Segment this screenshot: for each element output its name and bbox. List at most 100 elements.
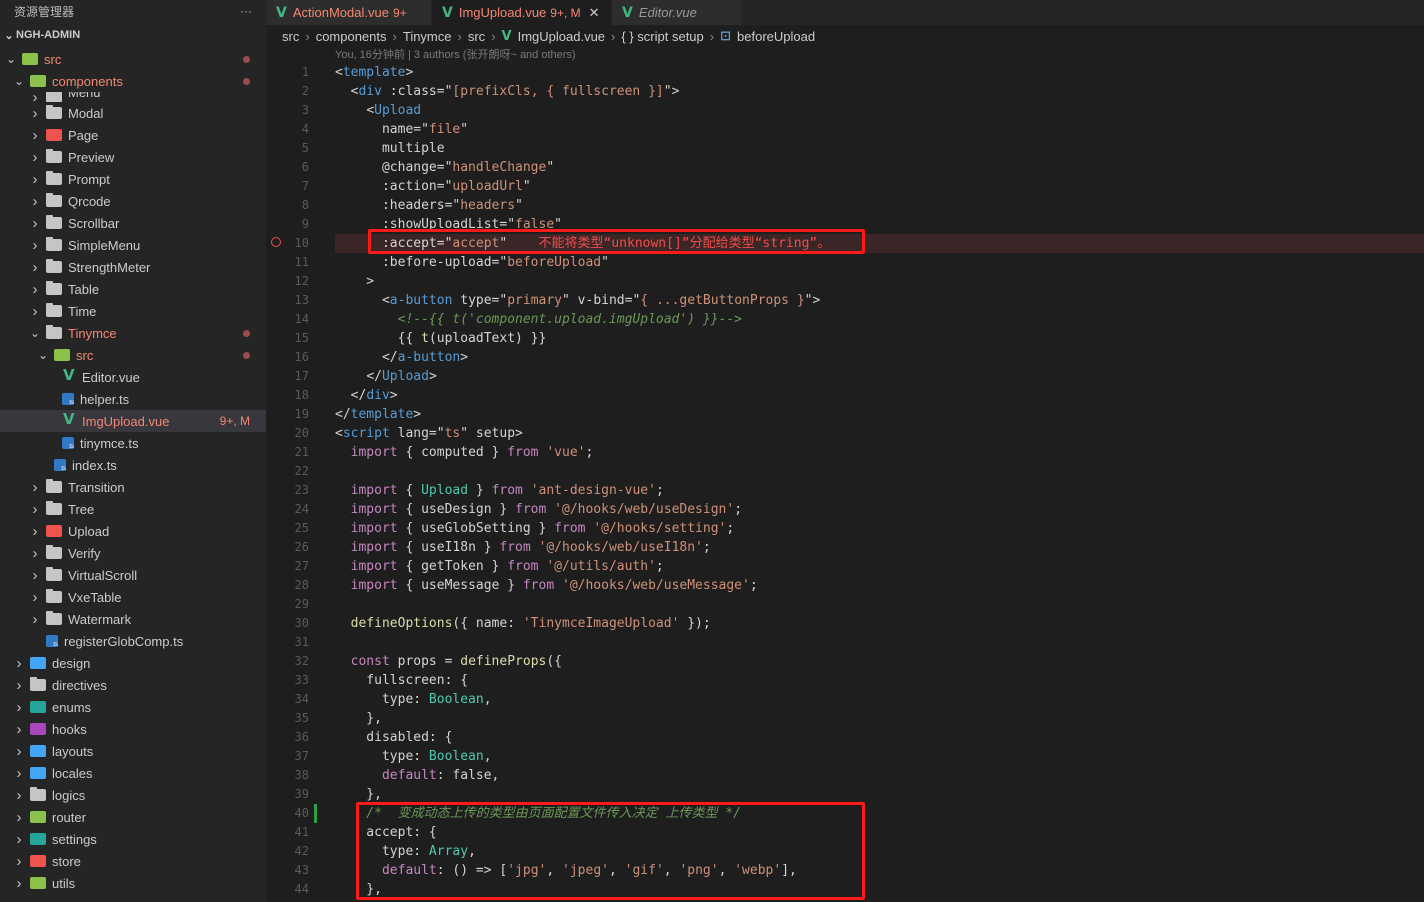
tree-item-label: design xyxy=(52,655,91,671)
code-line: import { useGlobSetting } from '@/hooks/… xyxy=(350,521,735,536)
tree-item-label: Verify xyxy=(68,545,101,561)
close-icon[interactable]: ✕ xyxy=(589,5,600,21)
code-line: import { getToken } from '@/utils/auth'; xyxy=(350,559,664,574)
tree-item[interactable]: › Upload xyxy=(0,520,266,542)
tree-item[interactable]: › settings xyxy=(0,828,266,850)
tree-item-label: hooks xyxy=(52,721,87,737)
chevron-right-icon: › xyxy=(32,500,38,518)
code-line: </template> xyxy=(335,407,422,422)
code-line: type: Boolean, xyxy=(335,692,492,707)
tree-item[interactable]: › VirtualScroll xyxy=(0,564,266,586)
tree-item[interactable]: › Page xyxy=(0,124,266,146)
tree-item[interactable]: › Modal xyxy=(0,102,266,124)
code-line: :action="uploadUrl" xyxy=(335,179,531,194)
tree-item[interactable]: › logics xyxy=(0,784,266,806)
tree-item[interactable]: › router xyxy=(0,806,266,828)
code-line: @change="handleChange" xyxy=(335,160,555,175)
breadcrumb-item[interactable]: beforeUpload xyxy=(737,29,815,44)
project-section-header[interactable]: ⌄ NGH-ADMIN xyxy=(0,22,266,48)
tree-item-label: utils xyxy=(52,875,76,891)
tree-item[interactable]: › enums xyxy=(0,696,266,718)
folder-icon xyxy=(30,811,46,823)
code-line: <template> xyxy=(335,65,414,80)
breadcrumb-item[interactable]: src xyxy=(468,29,485,44)
tree-item[interactable]: ⌄ src xyxy=(0,48,266,70)
tree-item[interactable]: › Transition xyxy=(0,476,266,498)
tree-item-label: Tree xyxy=(68,501,95,517)
line-number: 7 xyxy=(301,179,309,193)
tree-item[interactable]: ImgUpload.vue 9+, M xyxy=(0,410,266,432)
folder-icon xyxy=(46,611,62,625)
tree-item[interactable]: ⌄ src xyxy=(0,344,266,366)
tree-item[interactable]: › layouts xyxy=(0,740,266,762)
tree-item[interactable]: › Table xyxy=(0,278,266,300)
tree-item-label: Preview xyxy=(68,149,115,165)
breadcrumb-item[interactable]: ImgUpload.vue xyxy=(518,29,605,44)
tree-item[interactable]: › Time xyxy=(0,300,266,322)
folder-icon xyxy=(46,567,62,581)
tree-item[interactable]: › VxeTable xyxy=(0,586,266,608)
code-line: type: Boolean, xyxy=(335,749,492,764)
tree-item[interactable]: › directives xyxy=(0,674,266,696)
chevron-right-icon: › xyxy=(32,302,38,320)
chevron-right-icon: › xyxy=(32,148,38,166)
modified-dot xyxy=(243,352,250,359)
folder-icon xyxy=(46,545,62,559)
code-line: import { useMessage } from '@/hooks/web/… xyxy=(350,578,758,593)
tree-item[interactable]: › SimpleMenu xyxy=(0,234,266,256)
code-line: <a-button type="primary" v-bind="{ ...ge… xyxy=(381,293,821,308)
breadcrumb-item[interactable]: { } script setup xyxy=(621,29,703,44)
tree-item[interactable]: › StrengthMeter xyxy=(0,256,266,278)
line-number: 26 xyxy=(294,540,309,554)
tree-item[interactable]: › design xyxy=(0,652,266,674)
tree-item-label: VirtualScroll xyxy=(68,567,138,583)
tab[interactable]: V ImgUpload.vue 9+, M ✕ xyxy=(432,0,612,25)
breadcrumb-item[interactable]: components xyxy=(316,29,387,44)
tree-item[interactable]: › utils xyxy=(0,872,266,894)
tree-item[interactable]: › store xyxy=(0,850,266,872)
tree-item-label: VxeTable xyxy=(68,589,122,605)
tab[interactable]: V ActionModal.vue 9+ xyxy=(266,0,432,25)
tree-item[interactable]: registerGlobComp.ts xyxy=(0,630,266,652)
tree-item[interactable]: › Preview xyxy=(0,146,266,168)
code-line: > xyxy=(335,274,375,289)
tree-item[interactable]: › Qrcode xyxy=(0,190,266,212)
more-actions-icon[interactable]: ··· xyxy=(240,4,252,18)
tab[interactable]: V Editor.vue xyxy=(612,0,742,25)
chevron-right-icon: › xyxy=(16,764,22,782)
tree-item-label: StrengthMeter xyxy=(68,259,151,275)
folder-icon xyxy=(30,723,46,735)
vue-file-icon: V xyxy=(622,4,633,21)
breadcrumb-item[interactable]: Tinymce xyxy=(403,29,452,44)
tree-item[interactable]: › hooks xyxy=(0,718,266,740)
tree-item[interactable]: › Scrollbar xyxy=(0,212,266,234)
tree-item[interactable]: Editor.vue xyxy=(0,366,266,388)
chevron-right-icon: › xyxy=(32,92,38,102)
code-line: </Upload> xyxy=(366,369,437,384)
breadcrumb-item[interactable]: src xyxy=(282,29,299,44)
code-line: <!--{{ t('component.upload.imgUpload') }… xyxy=(335,312,742,327)
code-line: name="file" xyxy=(335,122,469,137)
tree-item-label: Qrcode xyxy=(68,193,111,209)
chevron-right-icon: › xyxy=(16,808,22,826)
tree-item-label: tinymce.ts xyxy=(80,435,139,451)
tree-item[interactable]: index.ts xyxy=(0,454,266,476)
tree-item[interactable]: › locales xyxy=(0,762,266,784)
tree-item[interactable]: › Verify xyxy=(0,542,266,564)
tree-item[interactable]: tinymce.ts xyxy=(0,432,266,454)
tree-item[interactable]: ⌄ Tinymce xyxy=(0,322,266,344)
chevron-right-icon: › xyxy=(16,676,22,694)
tree-item[interactable]: ⌄ components xyxy=(0,70,266,92)
tree-item[interactable]: helper.ts xyxy=(0,388,266,410)
tree-item[interactable]: › Watermark xyxy=(0,608,266,630)
modified-dot xyxy=(243,56,250,63)
chevron-down-icon: ⌄ xyxy=(37,348,49,362)
vue-file-icon xyxy=(62,410,76,428)
folder-icon xyxy=(30,877,46,889)
tree-item[interactable]: › Tree xyxy=(0,498,266,520)
error-icon[interactable] xyxy=(271,237,281,247)
tree-item[interactable]: › Prompt xyxy=(0,168,266,190)
tree-item-label: Prompt xyxy=(68,171,110,187)
folder-icon xyxy=(54,349,70,361)
tree-item[interactable]: › Menu xyxy=(0,92,266,102)
